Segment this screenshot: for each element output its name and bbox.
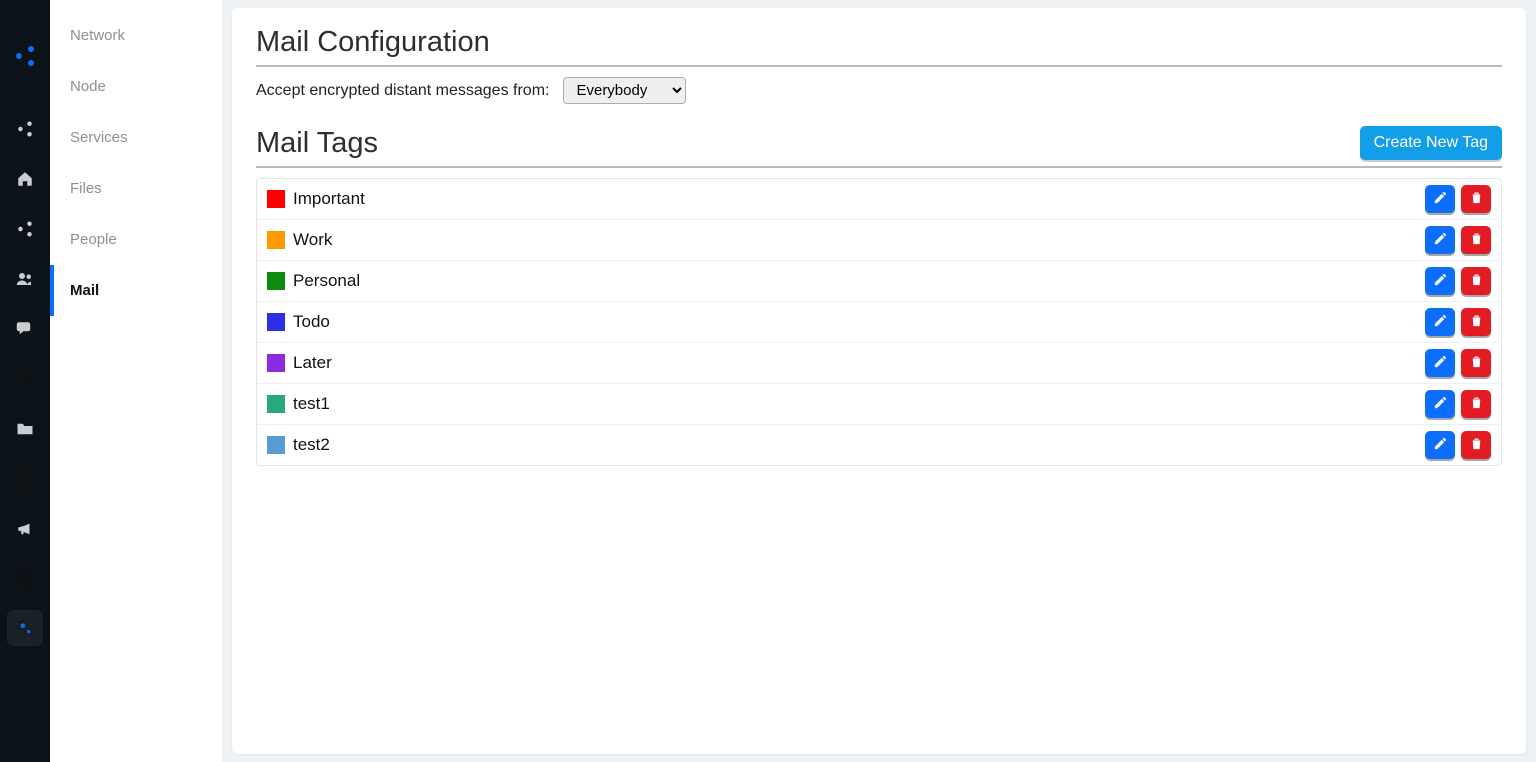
pencil-icon xyxy=(1433,231,1448,249)
pencil-icon xyxy=(1433,436,1448,454)
tag-actions xyxy=(1425,267,1491,295)
delete-tag-button[interactable] xyxy=(1461,349,1491,377)
edit-tag-button[interactable] xyxy=(1425,390,1455,418)
sidebar-item-people[interactable]: People xyxy=(50,214,222,265)
sidebar-item-services[interactable]: Services xyxy=(50,112,222,163)
delete-tag-button[interactable] xyxy=(1461,226,1491,254)
users-icon[interactable] xyxy=(0,254,50,304)
tag-row: Personal xyxy=(257,261,1501,302)
tag-color-swatch xyxy=(267,272,285,290)
section-title-config: Mail Configuration xyxy=(256,26,1502,67)
tag-actions xyxy=(1425,226,1491,254)
delete-tag-button[interactable] xyxy=(1461,431,1491,459)
edit-tag-button[interactable] xyxy=(1425,349,1455,377)
accept-setting-row: Accept encrypted distant messages from: … xyxy=(256,77,1502,104)
tag-row: Work xyxy=(257,220,1501,261)
tag-row: Later xyxy=(257,343,1501,384)
trash-icon xyxy=(1469,313,1484,331)
pencil-icon xyxy=(1433,354,1448,372)
tag-label: Todo xyxy=(293,312,1425,332)
create-tag-button[interactable]: Create New Tag xyxy=(1360,126,1502,160)
brand-logo-icon[interactable] xyxy=(0,28,50,84)
delete-tag-button[interactable] xyxy=(1461,185,1491,213)
pencil-icon xyxy=(1433,395,1448,413)
trash-icon xyxy=(1469,190,1484,208)
trash-icon xyxy=(1469,436,1484,454)
share-nodes-icon[interactable] xyxy=(0,104,50,154)
tag-label: Work xyxy=(293,230,1425,250)
tag-actions xyxy=(1425,185,1491,213)
tag-row: Todo xyxy=(257,302,1501,343)
folder-icon[interactable] xyxy=(0,404,50,454)
tags-header: Mail Tags Create New Tag xyxy=(256,126,1502,168)
delete-tag-button[interactable] xyxy=(1461,267,1491,295)
edit-tag-button[interactable] xyxy=(1425,267,1455,295)
bullhorn-icon[interactable] xyxy=(0,504,50,554)
trash-icon xyxy=(1469,272,1484,290)
settings-gears-icon[interactable] xyxy=(7,610,43,646)
trash-icon xyxy=(1469,395,1484,413)
globe-icon[interactable] xyxy=(0,554,50,604)
sidebar-item-files[interactable]: Files xyxy=(50,163,222,214)
tag-color-swatch xyxy=(267,313,285,331)
chat-icon[interactable] xyxy=(0,304,50,354)
tag-label: Important xyxy=(293,189,1425,209)
tag-actions xyxy=(1425,349,1491,377)
settings-sidebar: NetworkNodeServicesFilesPeopleMail xyxy=(50,0,222,762)
tag-actions xyxy=(1425,308,1491,336)
tag-color-swatch xyxy=(267,231,285,249)
edit-tag-button[interactable] xyxy=(1425,185,1455,213)
tag-actions xyxy=(1425,390,1491,418)
tag-label: test1 xyxy=(293,394,1425,414)
delete-tag-button[interactable] xyxy=(1461,390,1491,418)
accept-setting-select[interactable]: Everybody xyxy=(563,77,686,104)
share-icon[interactable] xyxy=(0,204,50,254)
main-panel: Mail Configuration Accept encrypted dist… xyxy=(222,0,1536,762)
trash-icon xyxy=(1469,354,1484,372)
edit-tag-button[interactable] xyxy=(1425,308,1455,336)
section-title-tags: Mail Tags xyxy=(256,127,378,160)
tag-label: Later xyxy=(293,353,1425,373)
accept-setting-label: Accept encrypted distant messages from: xyxy=(256,82,549,100)
tag-row: Important xyxy=(257,179,1501,220)
content-card: Mail Configuration Accept encrypted dist… xyxy=(232,8,1526,754)
sidebar-item-mail[interactable]: Mail xyxy=(50,265,222,316)
pencil-icon xyxy=(1433,272,1448,290)
tag-actions xyxy=(1425,431,1491,459)
tag-list: Important Work Personal Todo Later test1 test2 xyxy=(256,178,1502,466)
tag-row: test2 xyxy=(257,425,1501,465)
tag-row: test1 xyxy=(257,384,1501,425)
tag-label: Personal xyxy=(293,271,1425,291)
envelope-icon[interactable] xyxy=(0,354,50,404)
sidebar-item-network[interactable]: Network xyxy=(50,10,222,61)
sidebar-item-node[interactable]: Node xyxy=(50,61,222,112)
tag-label: test2 xyxy=(293,435,1425,455)
trash-icon xyxy=(1469,231,1484,249)
pencil-icon xyxy=(1433,313,1448,331)
left-icon-rail xyxy=(0,0,50,762)
tag-color-swatch xyxy=(267,354,285,372)
edit-tag-button[interactable] xyxy=(1425,226,1455,254)
tag-color-swatch xyxy=(267,395,285,413)
delete-tag-button[interactable] xyxy=(1461,308,1491,336)
pencil-icon xyxy=(1433,190,1448,208)
monitor-icon[interactable] xyxy=(0,454,50,504)
home-icon[interactable] xyxy=(0,154,50,204)
tag-color-swatch xyxy=(267,190,285,208)
edit-tag-button[interactable] xyxy=(1425,431,1455,459)
tag-color-swatch xyxy=(267,436,285,454)
